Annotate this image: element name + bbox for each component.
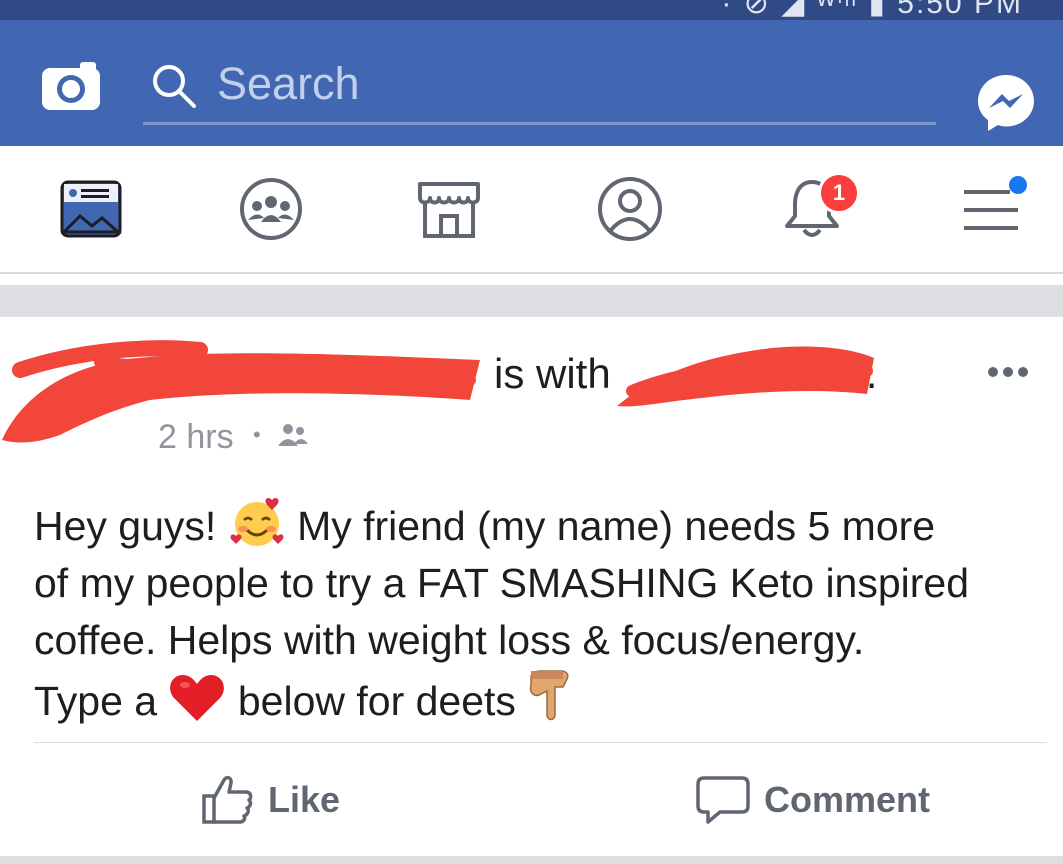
menu-update-dot	[1009, 176, 1027, 194]
feed-divider	[0, 285, 1063, 317]
post-text-line-1a: Hey guys!	[34, 503, 228, 549]
search-icon	[153, 65, 196, 108]
more-options-icon[interactable]	[985, 352, 1031, 392]
messenger-icon[interactable]	[975, 72, 1037, 134]
with-label: is with	[494, 350, 611, 397]
smiling-face-with-hearts-icon	[230, 497, 284, 546]
pointing-down-hand-icon	[530, 670, 569, 721]
post-text-line-3: coffee. Helps with weight loss & focus/e…	[34, 617, 865, 663]
like-button[interactable]: Like	[200, 770, 340, 830]
comment-label: Comment	[764, 779, 931, 820]
groups-icon[interactable]	[236, 174, 306, 244]
friends-audience-icon[interactable]	[276, 422, 310, 448]
profile-icon[interactable]	[595, 174, 665, 244]
comment-button[interactable]: Comment	[696, 770, 930, 830]
marketplace-icon[interactable]	[414, 174, 484, 244]
like-thumb-icon	[202, 775, 253, 824]
top-bar: Search	[0, 20, 1063, 146]
post-text-line-1b: My friend (my name) needs 5 more	[285, 503, 936, 549]
post-text-line-2: of my people to try a FAT SMASHING Keto …	[34, 560, 970, 606]
red-heart-icon	[170, 675, 225, 721]
nav-bar	[0, 146, 1063, 274]
camera-icon[interactable]	[40, 60, 102, 112]
like-label: Like	[268, 779, 341, 820]
post-text-line-4b: below for deets	[226, 678, 528, 724]
post-timestamp[interactable]: 2 hrs	[158, 418, 234, 456]
feed-bottom-divider	[0, 856, 1063, 864]
post-body: Hey guys! My friend (my name) needs 5 mo…	[34, 496, 1044, 730]
post-header: is with.	[494, 350, 877, 398]
notification-badge: 1	[818, 172, 860, 214]
comment-bubble-icon	[696, 776, 750, 824]
tag-trailing-period: .	[865, 350, 878, 397]
post-text-line-4a: Type a	[34, 678, 169, 724]
actions-divider	[34, 742, 1047, 743]
status-bar: · ⊘ ◢ ᵂⁱˡˡ ▮ 5:50 PM	[0, 0, 1063, 20]
status-bar-text: · ⊘ ◢ ᵂⁱˡˡ ▮ 5:50 PM	[721, 0, 1023, 20]
post-meta: 2 hrs •	[158, 418, 261, 457]
news-feed-icon[interactable]	[56, 174, 126, 244]
meta-separator: •	[253, 422, 261, 447]
search-placeholder: Search	[217, 58, 360, 109]
